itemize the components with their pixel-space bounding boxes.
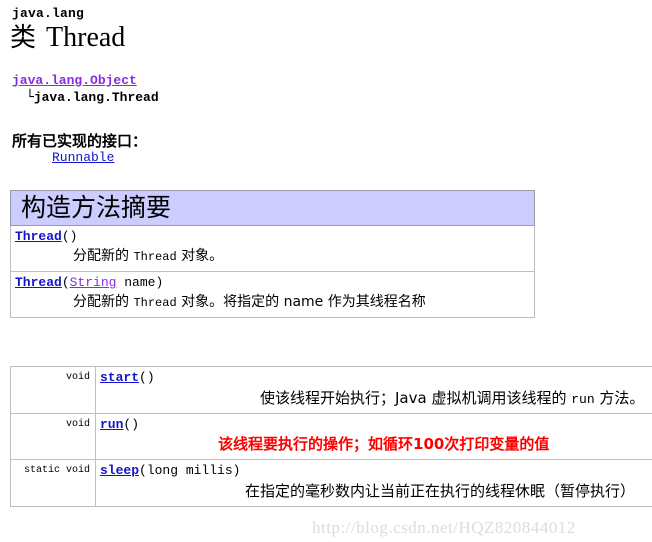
inheritance-superclass-row: java.lang.Object: [12, 72, 159, 89]
class-keyword: 类: [10, 23, 37, 53]
method-cell: run() 该线程要执行的操作；如循环100次打印变量的值: [95, 413, 652, 460]
inheritance-tree: java.lang.Object └java.lang.Thread: [12, 72, 159, 106]
method-return-type: void: [10, 413, 96, 460]
param-name: name: [116, 275, 156, 290]
desc-code: Thread: [133, 296, 177, 310]
method-params: (long millis): [139, 463, 241, 478]
inheritance-current-row: └java.lang.Thread: [12, 89, 159, 106]
constructor-signature: Thread(): [15, 229, 534, 244]
page-title: 类 Thread: [10, 21, 125, 55]
method-signature: start(): [100, 370, 652, 385]
desc-post: 对象。: [176, 248, 224, 264]
method-description-annotation: 该线程要执行的操作；如循环100次打印变量的值: [218, 435, 550, 453]
method-description: 在指定的毫秒数内让当前正在执行的线程休眠（暂停执行）: [245, 482, 636, 500]
link-method-run[interactable]: run: [100, 417, 123, 432]
link-method-sleep[interactable]: sleep: [100, 463, 139, 478]
constructor-params: (): [62, 229, 78, 244]
method-params: (): [139, 370, 155, 385]
constructor-summary-section: 构造方法摘要 Thread() 分配新的 Thread 对象。 Thread(S…: [10, 190, 535, 318]
desc-pre: 分配新的: [73, 294, 134, 310]
constructor-row: Thread(String name) 分配新的 Thread 对象。将指定的 …: [10, 272, 535, 318]
table-row: void start() 使该线程开始执行；Java 虚拟机调用该线程的 run…: [10, 366, 652, 414]
class-name: Thread: [46, 22, 126, 53]
desc-pre: 使该线程开始执行；Java 虚拟机调用该线程的: [260, 389, 572, 407]
method-description: 使该线程开始执行；Java 虚拟机调用该线程的 run 方法。: [260, 387, 652, 408]
watermark: http://blog.csdn.net/HQZ820844012: [312, 518, 576, 537]
desc-code: run: [571, 392, 595, 407]
method-params: (): [123, 417, 140, 432]
constructor-params: (String name): [62, 275, 163, 290]
method-return-type: static void: [10, 459, 96, 507]
desc-pre: 分配新的: [73, 248, 134, 264]
paren-close: ): [155, 275, 164, 290]
inheritance-current-class: java.lang.Thread: [33, 90, 159, 105]
paren-close: ): [69, 229, 78, 244]
constructor-description: 分配新的 Thread 对象。: [73, 245, 534, 265]
desc-post: 方法。: [594, 389, 645, 407]
constructor-description: 分配新的 Thread 对象。将指定的 name 作为其线程名称: [73, 291, 534, 311]
implemented-interfaces-heading: 所有已实现的接口：: [12, 132, 148, 150]
desc-post: 对象。将指定的 name 作为其线程名称: [176, 294, 426, 310]
method-cell: start() 使该线程开始执行；Java 虚拟机调用该线程的 run 方法。: [95, 366, 652, 414]
method-signature: sleep(long millis): [100, 463, 652, 478]
paren-open: (: [61, 229, 70, 244]
link-constructor-thread[interactable]: Thread: [15, 229, 62, 244]
table-row: static void sleep(long millis) 在指定的毫秒数内让…: [10, 459, 652, 507]
package-name: java.lang: [12, 6, 85, 21]
link-runnable[interactable]: Runnable: [52, 150, 114, 165]
constructor-summary-band: 构造方法摘要: [10, 190, 535, 226]
method-cell: sleep(long millis) 在指定的毫秒数内让当前正在执行的线程休眠（…: [95, 459, 652, 507]
table-row: void run() 该线程要执行的操作；如循环100次打印变量的值: [10, 413, 652, 460]
constructor-summary-title: 构造方法摘要: [21, 195, 172, 222]
tree-branch-glyph: └: [26, 90, 34, 105]
method-signature: run(): [100, 417, 652, 432]
link-constructor-thread-string[interactable]: Thread: [15, 275, 62, 290]
constructor-signature: Thread(String name): [15, 275, 534, 290]
constructor-row: Thread() 分配新的 Thread 对象。: [10, 226, 535, 272]
method-return-type: void: [10, 366, 96, 414]
method-summary-table: void start() 使该线程开始执行；Java 虚拟机调用该线程的 run…: [10, 366, 652, 507]
paren-open: (: [61, 275, 70, 290]
desc-code: Thread: [133, 250, 177, 264]
link-java-lang-object[interactable]: java.lang.Object: [12, 73, 137, 88]
link-type-string[interactable]: String: [70, 275, 117, 290]
link-method-start[interactable]: start: [100, 370, 139, 385]
implemented-interfaces-list: Runnable: [52, 150, 114, 165]
